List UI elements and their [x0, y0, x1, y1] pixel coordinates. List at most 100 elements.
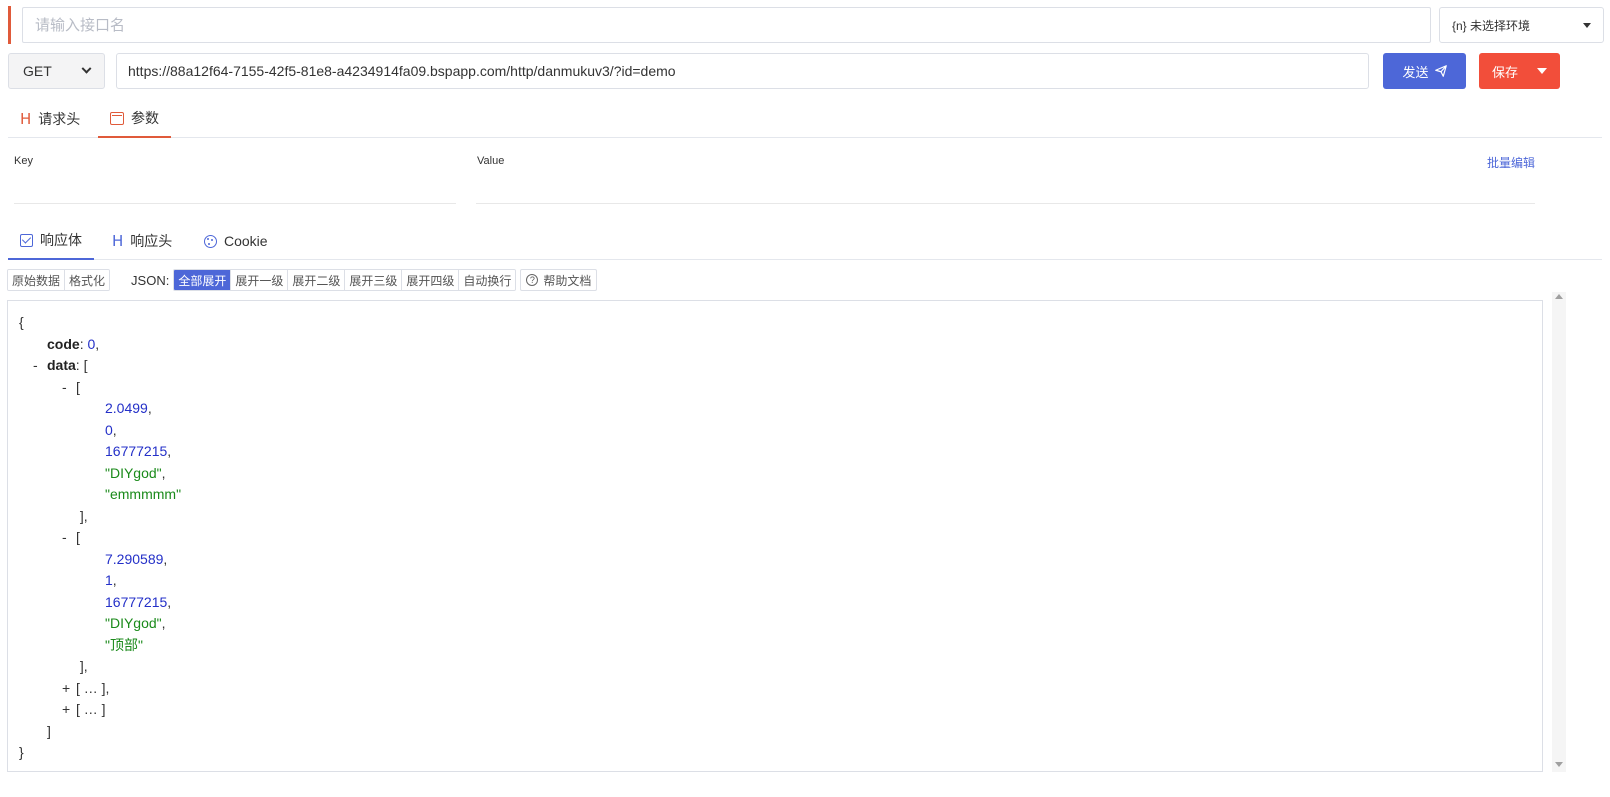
chevron-down-icon: [81, 63, 92, 74]
json-line: 7.290589,: [19, 549, 1542, 571]
json-number: 1: [105, 572, 113, 588]
collapse-toggle[interactable]: -: [62, 527, 76, 549]
help-docs-label: 帮助文档: [543, 273, 592, 288]
json-punct: ,: [163, 550, 168, 567]
json-label: JSON:: [131, 272, 170, 288]
raw-data-button[interactable]: 原始数据: [8, 270, 66, 290]
params-icon: [110, 111, 124, 125]
json-number: 2.0499: [105, 400, 148, 416]
json-punct: ,: [161, 464, 166, 481]
json-line: code: 0,: [19, 334, 1542, 356]
tab-cookie-label: Cookie: [224, 233, 268, 249]
response-json-viewer[interactable]: {code: 0, - data: [-[2.0499, 0, 16777215, "DI…: [7, 300, 1543, 772]
json-punct: [: [76, 529, 80, 545]
json-punct: : [: [75, 357, 88, 373]
vertical-scrollbar[interactable]: [1552, 292, 1566, 772]
json-punct: ],: [76, 658, 88, 674]
json-number: 16777215: [105, 593, 168, 610]
format-button[interactable]: 格式化: [65, 270, 110, 290]
json-line: 16777215,: [19, 592, 1542, 614]
save-dropdown-icon[interactable]: [1537, 68, 1547, 74]
json-number: 7.290589: [105, 550, 164, 567]
key-input-underline[interactable]: [14, 203, 456, 204]
expand-level-4-button[interactable]: 展开四级: [402, 270, 460, 290]
json-line: "DIYgod",: [19, 463, 1542, 485]
json-punct: ],: [76, 507, 88, 524]
api-name-input[interactable]: [22, 7, 1431, 43]
expand-all-button[interactable]: 全部展开: [174, 270, 232, 290]
json-punct: ,: [161, 615, 166, 631]
tab-response-headers-label: 响应头: [130, 233, 173, 249]
json-punct: ,: [112, 572, 117, 588]
method-select[interactable]: GET: [8, 53, 105, 89]
send-button[interactable]: 发送: [1383, 53, 1466, 89]
expand-level-3-button[interactable]: 展开三级: [345, 270, 403, 290]
url-input[interactable]: [116, 53, 1369, 89]
json-line[interactable]: +[ … ]: [19, 699, 1542, 721]
key-column-header: Key: [14, 155, 33, 167]
accent-bar: [8, 6, 11, 44]
caret-down-icon: [1583, 22, 1591, 28]
response-toolbar: 原始数据 格式化 JSON: 全部展开 展开一级 展开二级 展开三级 展开四级 …: [7, 269, 598, 291]
json-line[interactable]: -[: [19, 527, 1542, 549]
expand-toggle[interactable]: +: [62, 699, 76, 721]
json-line[interactable]: -[: [19, 377, 1542, 399]
tab-headers-label: 请求头: [38, 111, 81, 127]
json-line[interactable]: +[ … ],: [19, 678, 1542, 700]
method-label: GET: [23, 63, 52, 79]
expand-level-1-button[interactable]: 展开一级: [231, 270, 289, 290]
json-string: "DIYgod": [105, 615, 162, 631]
view-mode-group: 原始数据 格式化: [7, 269, 111, 291]
json-line[interactable]: - data: [: [19, 355, 1542, 377]
api-name-row: {n} 未选择环境: [8, 6, 1604, 44]
collapse-toggle[interactable]: -: [33, 355, 47, 377]
json-line: ],: [19, 506, 1542, 528]
value-column-header: Value: [477, 155, 505, 167]
send-label: 发送: [1402, 64, 1429, 80]
json-punct: ,: [167, 593, 172, 610]
json-line: ]: [19, 721, 1542, 743]
scroll-up-arrow-icon[interactable]: [1555, 294, 1563, 299]
json-punct: ,: [167, 443, 172, 459]
value-input-underline[interactable]: [476, 203, 1535, 204]
json-punct: ,: [112, 421, 117, 438]
expand-level-group: 全部展开 展开一级 展开二级 展开三级 展开四级 自动换行: [173, 269, 517, 291]
tab-response-body-label: 响应体: [40, 232, 82, 248]
tab-params[interactable]: 参数: [98, 100, 171, 138]
json-string: "DIYgod": [105, 464, 162, 481]
json-punct: {: [19, 314, 24, 330]
json-number: 0: [87, 335, 96, 352]
json-punct: [ … ],: [76, 679, 110, 696]
json-punct: :: [79, 335, 88, 352]
tab-response-body[interactable]: 响应体: [8, 222, 94, 260]
json-number: 0: [105, 421, 113, 438]
bulk-edit-link[interactable]: 批量编辑: [1487, 154, 1535, 171]
json-punct: ]: [47, 722, 51, 739]
help-docs-button[interactable]: ? 帮助文档: [520, 269, 598, 291]
scroll-down-arrow-icon[interactable]: [1555, 762, 1563, 767]
save-label: 保存: [1492, 64, 1519, 80]
json-number: 16777215: [105, 443, 168, 459]
tab-cookie[interactable]: Cookie: [192, 222, 280, 260]
json-line: 1,: [19, 570, 1542, 592]
tab-response-headers[interactable]: H 响应头: [100, 222, 184, 260]
collapse-toggle[interactable]: -: [62, 377, 76, 399]
expand-toggle[interactable]: +: [62, 678, 76, 700]
expand-level-2-button[interactable]: 展开二级: [288, 270, 346, 290]
word-wrap-button[interactable]: 自动换行: [459, 270, 516, 290]
tab-params-label: 参数: [131, 110, 159, 126]
h-icon: H: [20, 110, 32, 128]
cookie-icon: [204, 234, 217, 248]
json-punct: [ … ]: [76, 701, 106, 717]
json-line: ],: [19, 656, 1542, 678]
tab-headers[interactable]: H 请求头: [8, 100, 92, 138]
save-button[interactable]: 保存: [1479, 53, 1560, 89]
json-line: }: [19, 742, 1542, 764]
environment-select[interactable]: {n} 未选择环境: [1439, 7, 1604, 43]
environment-label: {n} 未选择环境: [1452, 18, 1531, 33]
question-circle-icon: ?: [526, 274, 539, 286]
json-line: "DIYgod",: [19, 613, 1542, 635]
json-string: "顶部": [105, 636, 143, 653]
json-line: 16777215,: [19, 441, 1542, 463]
json-line: 0,: [19, 420, 1542, 442]
